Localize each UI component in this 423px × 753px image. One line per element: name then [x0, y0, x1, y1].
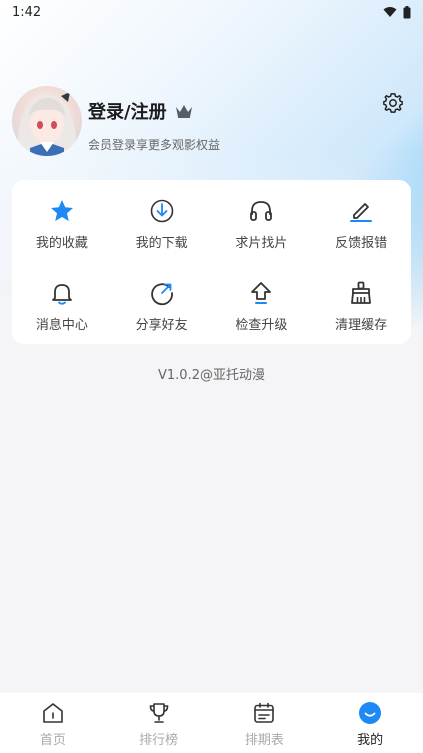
tab-label: 排期表 [244, 733, 284, 748]
menu-item-clear-cache[interactable]: 清理缓存 [311, 262, 411, 344]
menu-item-request[interactable]: 求片找片 [212, 180, 312, 262]
smile-icon [359, 702, 382, 724]
status-time: 1:42 [12, 4, 42, 20]
avatar-image [17, 92, 77, 156]
status-icons [383, 5, 411, 19]
wifi-icon [383, 7, 397, 17]
settings-gear-icon[interactable] [382, 92, 404, 114]
trophy-icon [149, 703, 168, 723]
avatar[interactable] [12, 86, 82, 156]
tab-schedule[interactable]: 排期表 [212, 693, 318, 753]
bottom-tab-bar: 首页 排行榜 排期表 我的 [0, 693, 423, 753]
menu-item-label: 我的下载 [135, 236, 188, 251]
menu-item-label: 消息中心 [35, 318, 88, 333]
battery-icon [403, 5, 411, 18]
edit-icon [350, 203, 373, 222]
version-label: V1.0.2@亚托动漫 [158, 368, 265, 383]
menu-item-favorites[interactable]: 我的收藏 [12, 180, 112, 262]
tab-ranking[interactable]: 排行榜 [106, 693, 212, 753]
upgrade-icon [251, 282, 272, 304]
bell-icon [51, 284, 72, 305]
feature-menu-card: 我的收藏 我的下载 求片找片 反馈报错 消息中心 分享好友 检查升级 清理缓存 [12, 180, 411, 344]
login-row[interactable]: 登录/注册 [88, 98, 220, 124]
crown-icon [175, 105, 192, 118]
menu-item-messages[interactable]: 消息中心 [12, 262, 112, 344]
profile-text: 登录/注册 会员登录享更多观影权益 [88, 86, 220, 156]
broom-icon [351, 281, 372, 304]
profile-header[interactable]: 登录/注册 会员登录享更多观影权益 [12, 86, 220, 156]
menu-item-feedback[interactable]: 反馈报错 [311, 180, 411, 262]
menu-item-downloads[interactable]: 我的下载 [112, 180, 212, 262]
share-icon [150, 283, 173, 306]
menu-item-label: 求片找片 [235, 236, 288, 251]
menu-item-upgrade[interactable]: 检查升级 [212, 262, 312, 344]
home-icon [43, 703, 63, 723]
menu-item-label: 分享好友 [135, 318, 188, 333]
menu-item-label: 检查升级 [235, 318, 288, 333]
star-icon [50, 200, 73, 221]
tab-label: 我的 [357, 733, 384, 748]
tab-label: 排行榜 [139, 733, 179, 748]
menu-item-label: 清理缓存 [335, 318, 388, 333]
calendar-icon [254, 702, 275, 723]
headphones-icon [250, 201, 273, 221]
menu-item-label: 我的收藏 [35, 236, 88, 251]
login-register-label[interactable]: 登录/注册 [88, 98, 167, 124]
member-subtitle: 会员登录享更多观影权益 [88, 138, 221, 152]
menu-item-label: 反馈报错 [335, 236, 388, 251]
tab-home[interactable]: 首页 [0, 693, 106, 753]
download-icon [150, 199, 173, 223]
tab-mine[interactable]: 我的 [317, 693, 423, 753]
menu-item-share[interactable]: 分享好友 [112, 262, 212, 344]
tab-label: 首页 [39, 733, 66, 748]
status-bar: 1:42 [0, 0, 423, 24]
